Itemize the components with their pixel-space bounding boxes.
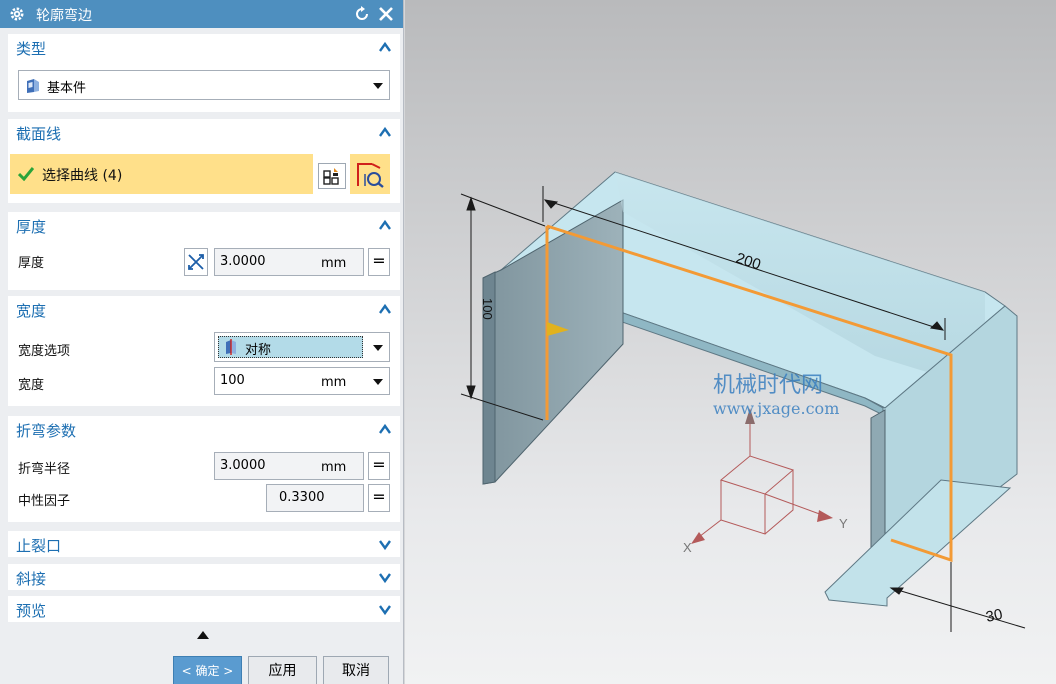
select-curve-bar[interactable]: 选择曲线 (4) [10, 154, 313, 194]
swap-direction-icon [188, 254, 204, 270]
base-part-icon [27, 79, 39, 93]
cancel-button[interactable]: 取消 [323, 656, 389, 684]
chevron-down-icon[interactable] [373, 379, 383, 385]
reverse-direction-icon [357, 163, 384, 188]
dialog-title: 轮廓弯边 [36, 8, 92, 24]
neutral-factor-input[interactable]: 0.3300 [266, 484, 364, 512]
width-option-dropdown[interactable]: 对称 [214, 332, 390, 362]
expand-more-icon[interactable] [197, 631, 209, 639]
preview-section-title: 预览 [16, 602, 47, 620]
thickness-value: 3.0000 [220, 254, 266, 269]
bend-radius-input[interactable]: 3.0000 mm [214, 452, 364, 480]
bend-radius-value: 3.0000 [220, 458, 266, 473]
chevron-up-icon[interactable] [378, 218, 392, 232]
symmetric-icon [226, 339, 236, 355]
reverse-direction-button[interactable] [350, 154, 390, 194]
chevron-down-icon[interactable] [373, 83, 383, 89]
swap-direction-button[interactable] [184, 248, 208, 276]
bend-radius-label: 折弯半径 [18, 462, 71, 477]
x-axis-label: X [683, 540, 692, 555]
graphics-viewport[interactable]: 200 100 30 Y X 机械时代网 www.jxage.com [405, 0, 1056, 684]
check-icon [18, 167, 34, 181]
chevron-up-icon[interactable] [378, 125, 392, 139]
neutral-factor-formula-button[interactable]: = [368, 484, 390, 512]
dimension-height-label: 100 [480, 298, 495, 320]
type-value: 基本件 [47, 81, 87, 96]
thickness-section-header[interactable]: 厚度 [8, 212, 400, 238]
chevron-up-icon[interactable] [378, 302, 392, 316]
thickness-formula-button[interactable]: = [368, 248, 390, 276]
thickness-label: 厚度 [18, 256, 45, 271]
width-label: 宽度 [18, 378, 45, 393]
curve-select-button[interactable] [318, 163, 346, 189]
type-dropdown[interactable]: 基本件 [18, 70, 390, 100]
width-option-value: 对称 [245, 343, 272, 358]
thickness-section-title: 厚度 [16, 218, 47, 236]
chevron-down-icon[interactable] [378, 537, 392, 551]
coordinate-triad [694, 410, 826, 541]
chevron-down-icon[interactable] [378, 602, 392, 616]
watermark-title: 机械时代网 [713, 373, 823, 398]
width-value: 100 [220, 373, 245, 388]
watermark-url: www.jxage.com [713, 399, 839, 418]
section-line-title: 截面线 [16, 125, 62, 143]
part-model: 200 100 30 Y X 机械时代网 www.jxage.com [460, 171, 1026, 632]
reset-icon[interactable] [352, 4, 372, 24]
chevron-down-icon[interactable] [378, 570, 392, 584]
thickness-unit: mm [321, 256, 347, 271]
neutral-factor-value: 0.3300 [279, 490, 325, 505]
width-input[interactable]: 100 mm [214, 367, 390, 395]
close-icon[interactable] [376, 4, 396, 24]
curve-select-icon [323, 168, 339, 185]
bend-section-header[interactable]: 折弯参数 [8, 416, 400, 442]
bend-radius-formula-button[interactable]: = [368, 452, 390, 480]
width-section-title: 宽度 [16, 302, 47, 320]
preview-section-header[interactable]: 预览 [8, 596, 400, 622]
y-axis-label: Y [839, 516, 848, 531]
profile-flange-dialog: 轮廓弯边 类型 基本件 截面线 选择曲线 (4) 厚度 厚度 3.0000 mm… [0, 0, 404, 684]
section-line-header[interactable]: 截面线 [8, 119, 400, 145]
type-section-header[interactable]: 类型 [8, 34, 400, 60]
chevron-up-icon[interactable] [378, 422, 392, 436]
miter-section-header[interactable]: 斜接 [8, 564, 400, 590]
dimension-flange-label: 30 [984, 606, 1004, 626]
relief-section-title: 止裂口 [16, 537, 62, 555]
bend-radius-unit: mm [321, 460, 347, 475]
neutral-factor-label: 中性因子 [18, 494, 71, 509]
miter-section-title: 斜接 [16, 570, 47, 588]
y-axis-arrow [817, 510, 833, 522]
type-section-title: 类型 [16, 40, 47, 58]
ok-button[interactable]: < 确定 > [173, 656, 242, 684]
chevron-up-icon[interactable] [378, 40, 392, 54]
bend-section-title: 折弯参数 [16, 422, 77, 440]
gear-icon [10, 7, 24, 21]
width-option-label: 宽度选项 [18, 344, 71, 359]
select-curve-label: 选择曲线 (4) [42, 168, 123, 184]
dialog-titlebar: 轮廓弯边 [0, 0, 403, 28]
relief-section-header[interactable]: 止裂口 [8, 531, 400, 557]
width-section-header[interactable]: 宽度 [8, 296, 400, 322]
thickness-input[interactable]: 3.0000 mm [214, 248, 364, 276]
chevron-down-icon[interactable] [373, 345, 383, 351]
apply-button[interactable]: 应用 [248, 656, 317, 684]
width-unit: mm [321, 375, 347, 390]
